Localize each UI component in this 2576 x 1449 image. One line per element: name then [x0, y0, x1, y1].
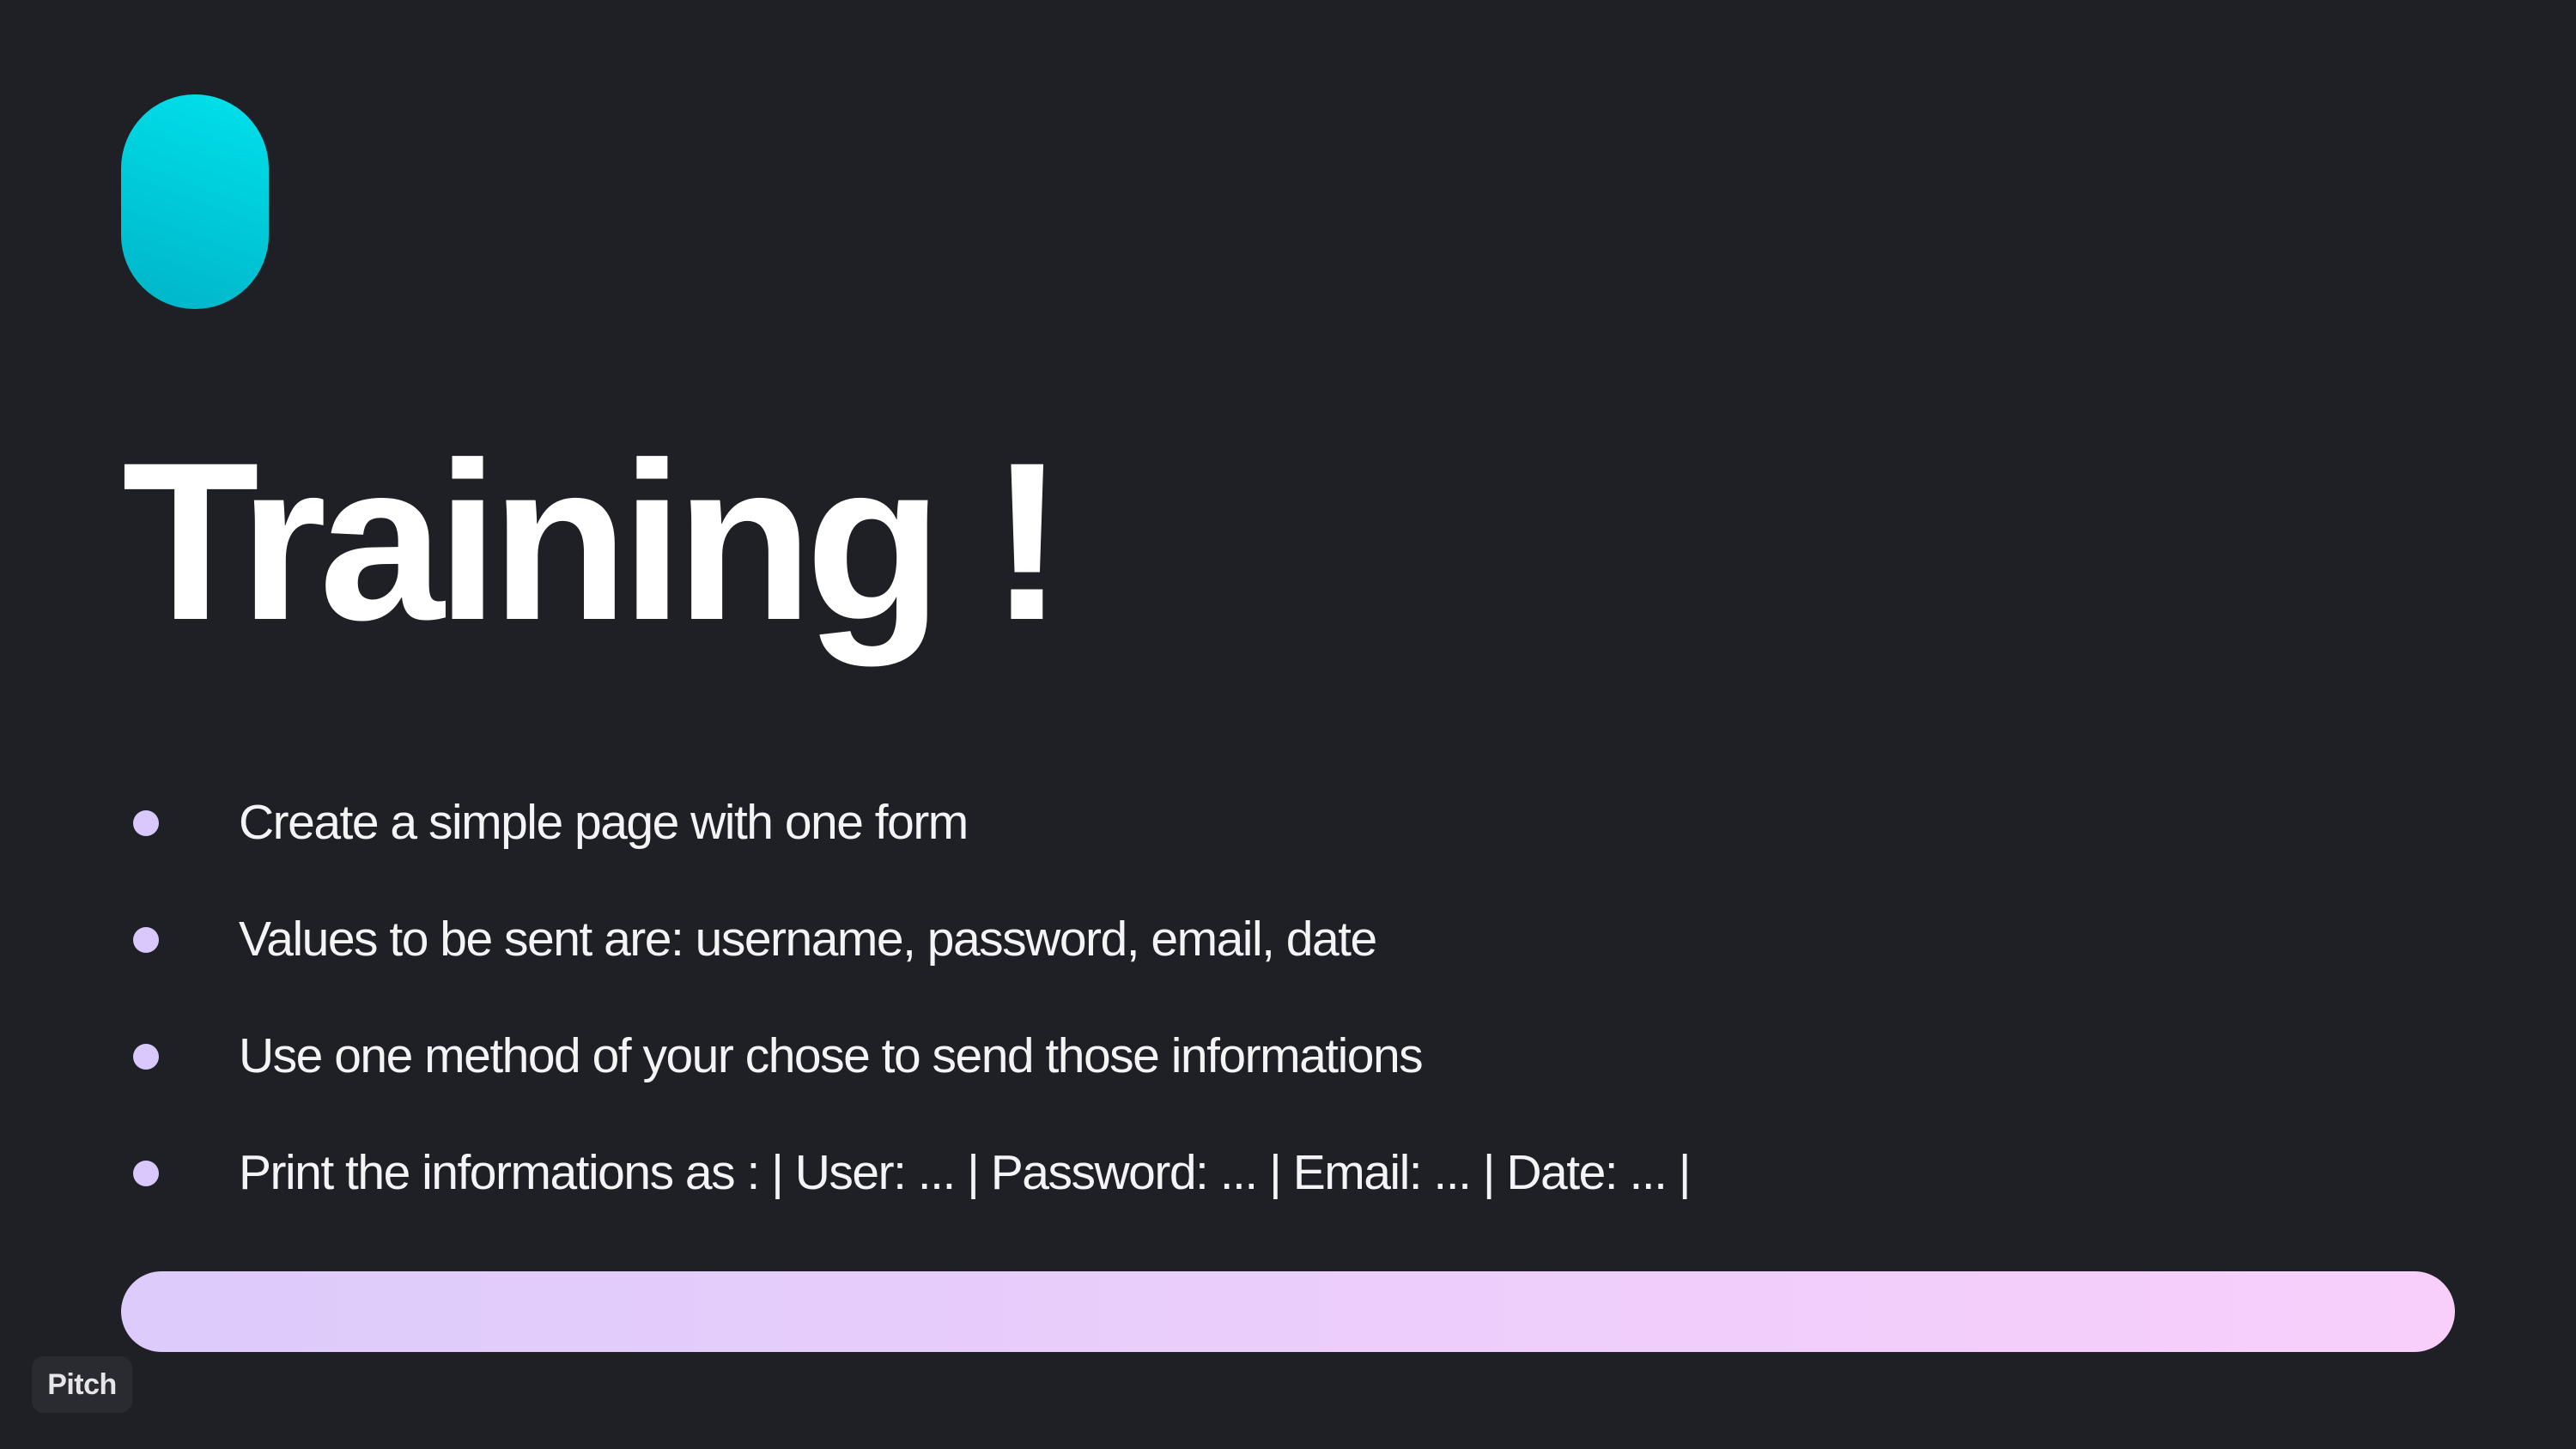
decorative-gradient-bar: [121, 1271, 2455, 1352]
bullet-text: Use one method of your chose to send tho…: [239, 1028, 1424, 1083]
bullet-text: Create a simple page with one form: [239, 795, 969, 850]
list-item: Values to be sent are: username, passwor…: [133, 915, 1690, 1032]
list-item: Print the informations as : | User: ... …: [133, 1145, 1692, 1265]
pitch-badge-button[interactable]: Pitch: [32, 1356, 132, 1413]
slide: Training ! Create a simple page with one…: [0, 0, 2576, 1449]
bullet-dot-icon: [133, 1044, 159, 1070]
decorative-pill-shape: [121, 94, 269, 309]
list-item: Use one method of your chose to send tho…: [133, 1032, 1690, 1149]
bullet-dot-icon: [133, 1161, 159, 1186]
bullet-dot-icon: [133, 810, 159, 836]
bullet-text: Values to be sent are: username, passwor…: [239, 912, 1377, 967]
bullet-list: Create a simple page with one form Value…: [133, 798, 1692, 1265]
slide-title: Training !: [122, 415, 1065, 667]
bullet-dot-icon: [133, 927, 159, 953]
pitch-logo-label: Pitch: [47, 1367, 117, 1401]
list-item: Create a simple page with one form: [133, 798, 1690, 915]
bullet-text: Print the informations as : | User: ... …: [239, 1145, 1692, 1200]
